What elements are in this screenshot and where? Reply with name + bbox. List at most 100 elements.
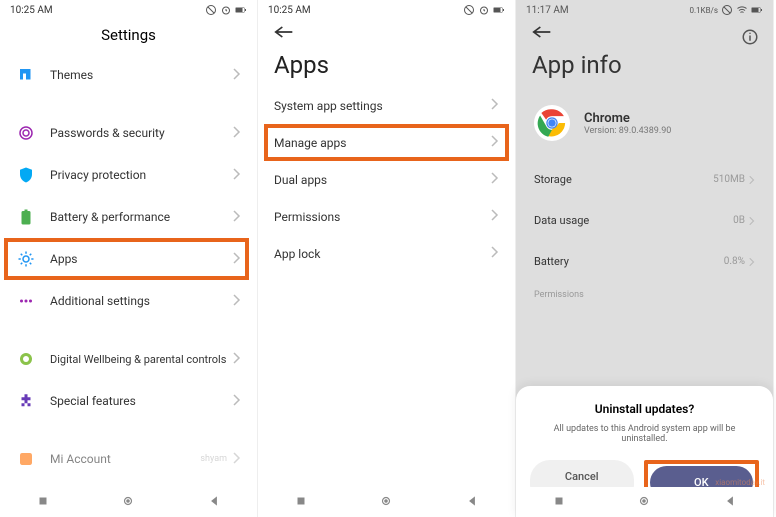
row-app-lock[interactable]: App lock [258,235,515,272]
page-title: Settings [0,20,257,54]
chevron-right-icon [491,135,499,150]
account-name: shyam [200,454,227,464]
row-additional[interactable]: Additional settings [0,280,257,322]
row-label: Special features [50,394,233,408]
chevron-right-icon [491,209,499,224]
status-bar: 10:25 AM [258,0,515,20]
nav-back[interactable] [207,493,221,512]
row-system-app-settings[interactable]: System app settings [258,87,515,124]
row-label: Mi Account [50,452,200,466]
nav-recent[interactable] [36,493,50,512]
row-label: Dual apps [274,173,491,187]
row-label: Privacy protection [50,168,233,182]
row-label: Permissions [274,210,491,224]
row-value: 0B [733,215,745,226]
row-mi-account[interactable]: Mi Account shyam [0,438,257,480]
nav-home[interactable] [379,493,393,512]
chevron-right-icon [233,126,241,141]
row-data-usage[interactable]: Data usage 0B [516,200,773,241]
nav-recent[interactable] [552,493,566,512]
app-info-screen: 11:17 AM 0.1KB/s App info Chrome Version… [516,0,774,517]
row-label: Battery [534,255,569,268]
nav-back[interactable] [465,493,479,512]
chevron-right-icon [233,252,241,267]
chevron-right-icon [233,294,241,309]
fingerprint-icon [16,123,36,143]
clock: 10:25 AM [268,5,311,16]
row-themes[interactable]: Themes [0,54,257,96]
alarm-icon [220,4,232,16]
status-bar: 10:25 AM [0,0,257,20]
row-label: Themes [50,68,233,82]
row-apps[interactable]: Apps [0,238,257,280]
row-label: System app settings [274,99,491,113]
nav-bar [0,487,257,517]
row-battery[interactable]: Battery & performance [0,196,257,238]
clock: 10:25 AM [10,5,53,16]
row-passwords[interactable]: Passwords & security [0,112,257,154]
chevron-right-icon [749,257,755,267]
chevron-right-icon [233,168,241,183]
nav-recent[interactable] [294,493,308,512]
row-label: Storage [534,173,572,186]
dnd-icon [205,4,217,16]
chevron-right-icon [233,68,241,83]
themes-icon [16,65,36,85]
chevron-right-icon [233,394,241,409]
row-storage[interactable]: Storage 510MB [516,159,773,200]
row-label: Apps [50,252,233,266]
nav-back[interactable] [723,493,737,512]
puzzle-icon [16,391,36,411]
nav-home[interactable] [637,493,651,512]
app-name: Chrome [584,111,671,126]
dnd-icon [463,4,475,16]
shield-icon [16,165,36,185]
status-icons [205,4,247,16]
chevron-right-icon [749,216,755,226]
battery-perf-icon [16,207,36,227]
row-label: Passwords & security [50,126,233,140]
row-value: 510MB [713,174,745,185]
wellbeing-icon [16,349,36,369]
battery-icon [751,4,763,16]
alarm-icon [478,4,490,16]
chevron-right-icon [491,98,499,113]
nav-bar [516,487,773,517]
nav-home[interactable] [121,493,135,512]
chevron-right-icon [491,172,499,187]
status-icons: 0.1KB/s [689,4,763,16]
page-title: App info [532,51,757,79]
battery-icon [493,4,505,16]
row-privacy[interactable]: Privacy protection [0,154,257,196]
row-permissions[interactable]: Permissions [258,198,515,235]
settings-screen: 10:25 AM Settings Themes Passwords & sec… [0,0,258,517]
app-text: Chrome Version: 89.0.4389.90 [584,111,671,136]
row-label: Data usage [534,214,589,227]
nav-bar [258,487,515,517]
row-wellbeing[interactable]: Digital Wellbeing & parental controls [0,338,257,380]
row-dual-apps[interactable]: Dual apps [258,161,515,198]
wifi-icon [736,4,748,16]
battery-icon [235,4,247,16]
info-icon[interactable] [741,28,759,50]
app-version: Version: 89.0.4389.90 [584,126,671,136]
page-title: Apps [274,51,499,79]
back-button[interactable] [274,24,294,43]
chevron-right-icon [233,210,241,225]
row-manage-apps[interactable]: Manage apps [258,124,515,161]
header: Apps [258,20,515,87]
info-rows: Storage 510MB Data usage 0B Battery 0.8% [516,159,773,282]
chrome-icon [534,105,570,141]
mi-icon [16,449,36,469]
row-value: 0.8% [724,256,745,267]
chevron-right-icon [749,175,755,185]
row-battery[interactable]: Battery 0.8% [516,241,773,282]
chevron-right-icon [491,246,499,261]
row-label: Manage apps [274,136,491,150]
gear-icon [16,249,36,269]
row-special[interactable]: Special features [0,380,257,422]
chevron-right-icon [233,452,241,467]
back-button[interactable] [532,24,552,43]
header: App info [516,20,773,87]
dialog-message: All updates to this Android system app w… [530,424,759,444]
